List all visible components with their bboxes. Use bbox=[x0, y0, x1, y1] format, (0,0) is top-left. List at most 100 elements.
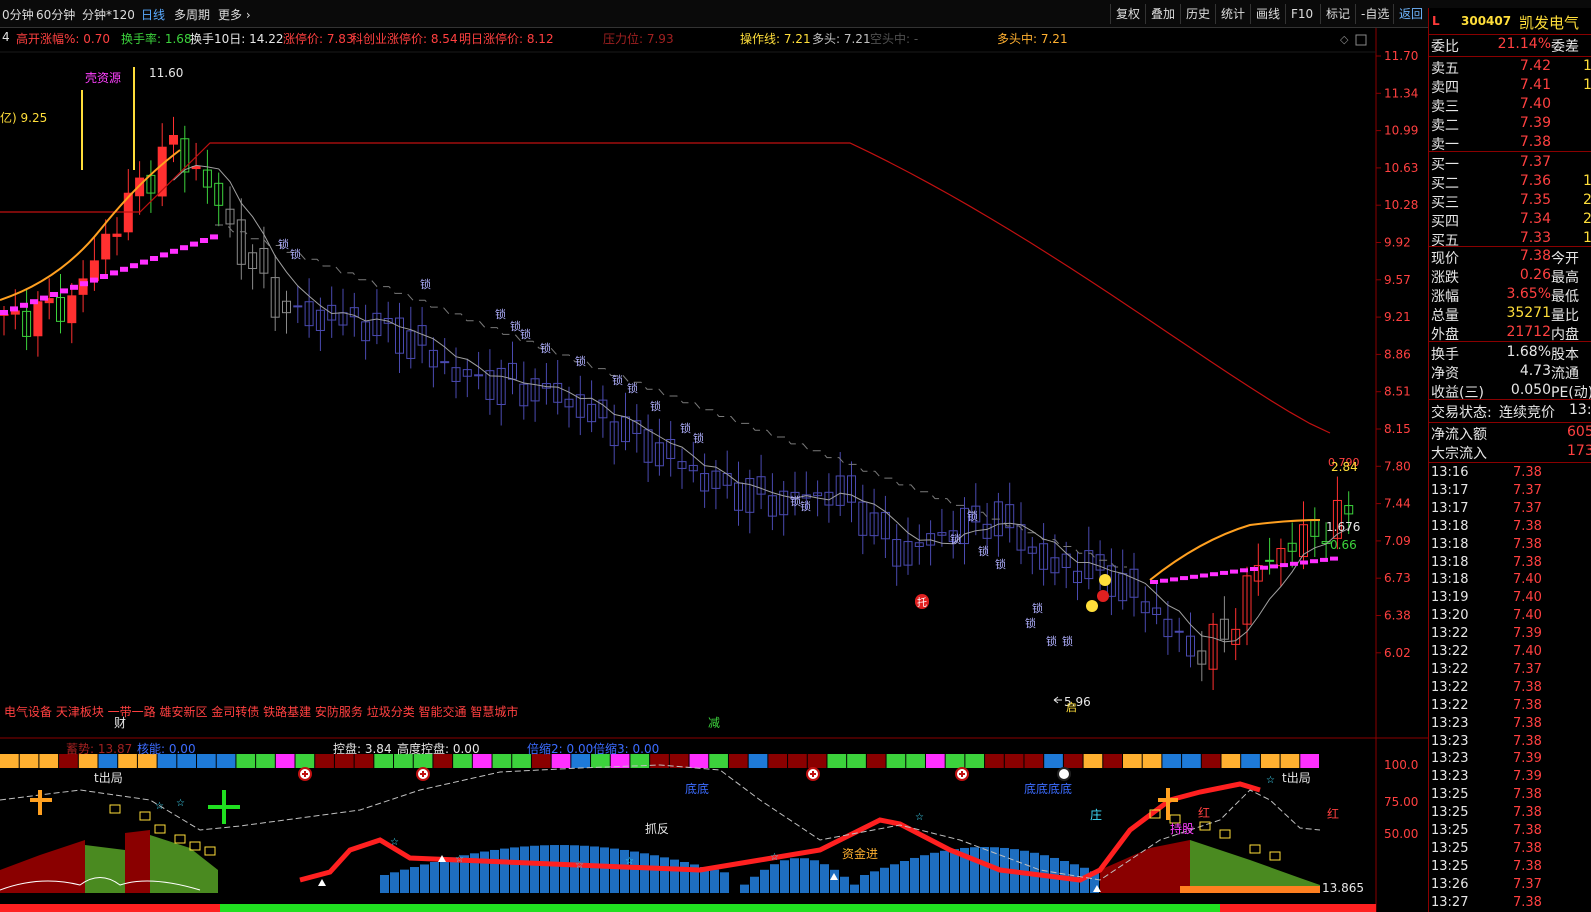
magenta-dot bbox=[110, 270, 118, 276]
candle-body bbox=[112, 233, 122, 237]
yellow-box-marker bbox=[1269, 851, 1281, 861]
stat2-value: 1.68% bbox=[1506, 344, 1551, 360]
stat-key-2: 最高 bbox=[1551, 270, 1579, 286]
price-label-2: 10.99 bbox=[1384, 124, 1418, 138]
tick-row: 13:23 7.39 bbox=[1429, 769, 1591, 787]
indicator-7: 压力位: 7.93 bbox=[603, 32, 674, 46]
tick-row: 13:17 7.37 bbox=[1429, 483, 1591, 501]
tab-more-label: 更多 bbox=[218, 8, 243, 22]
green-cross-icon bbox=[208, 790, 240, 824]
lock-marker-12: 锁 bbox=[693, 431, 704, 445]
magenta-dot bbox=[70, 284, 78, 290]
magenta-dot bbox=[170, 248, 178, 254]
lock-marker-21: 锁 bbox=[1046, 634, 1057, 648]
high-price-label: 11.60 bbox=[149, 66, 184, 80]
green-area-left bbox=[85, 845, 125, 893]
buy-level: 买二 bbox=[1431, 176, 1459, 192]
signal-strip-cell bbox=[315, 754, 334, 768]
flow-row-1: 大宗流入 173 bbox=[1429, 443, 1591, 462]
tab-timeframe-120[interactable]: 分钟*120 bbox=[82, 6, 135, 23]
history-button[interactable]: 历史 bbox=[1180, 4, 1215, 24]
dotted-step-line bbox=[215, 224, 1127, 568]
magenta-dot bbox=[1200, 573, 1208, 578]
sell-price: 7.41 bbox=[1519, 77, 1551, 93]
tab-timeframe-0[interactable]: 0分钟 bbox=[2, 6, 34, 23]
lock-marker-0: 锁 bbox=[278, 237, 289, 251]
overlay-button[interactable]: 叠加 bbox=[1145, 4, 1180, 24]
weibi-row: 委比 21.14% 委差 bbox=[1429, 36, 1591, 55]
tab-timeframe-daily[interactable]: 日线 bbox=[141, 6, 165, 23]
price-label-9: 8.51 bbox=[1384, 385, 1411, 399]
signal-strip-cell bbox=[39, 754, 59, 768]
signal-strip-cell bbox=[1142, 754, 1162, 768]
statistics-button[interactable]: 统计 bbox=[1215, 4, 1250, 24]
tick-row: 13:26 7.37 bbox=[1429, 877, 1591, 895]
tick-time: 13:22 bbox=[1431, 644, 1469, 659]
lock-marker-14: 锁 bbox=[800, 499, 811, 513]
sub-indicator-1: 核能: 0.00 bbox=[137, 742, 196, 756]
magenta-dot bbox=[1280, 563, 1288, 568]
stat-key-2: 今开 bbox=[1551, 251, 1579, 267]
stock-name[interactable]: 凯发电气 bbox=[1519, 12, 1579, 33]
tick-price: 7.38 bbox=[1513, 894, 1542, 910]
magenta-dot bbox=[1270, 564, 1278, 569]
back-button[interactable]: 返回 bbox=[1393, 4, 1428, 24]
trade-state-value: 连续竞价 bbox=[1499, 405, 1555, 421]
tab-timeframe-60[interactable]: 60分钟 bbox=[36, 6, 75, 23]
tick-row: 13:25 7.38 bbox=[1429, 823, 1591, 841]
lock-marker-19: 锁 bbox=[1032, 601, 1043, 615]
magenta-dot bbox=[1290, 561, 1298, 566]
energy-bar bbox=[390, 872, 399, 893]
magenta-dot bbox=[160, 252, 168, 258]
zhuafan-label: 抓反 bbox=[645, 822, 670, 836]
buy-price: 7.35 bbox=[1519, 192, 1551, 208]
base-bar-red bbox=[1220, 904, 1376, 912]
money-bag-icon bbox=[1099, 574, 1111, 586]
tick-row: 13:22 7.40 bbox=[1429, 644, 1591, 662]
tick-time: 13:25 bbox=[1431, 823, 1469, 838]
draw-line-button[interactable]: 画线 bbox=[1250, 4, 1285, 24]
stat-key-2: 量比 bbox=[1551, 308, 1579, 324]
energy-bar bbox=[710, 869, 719, 893]
tick-price: 7.38 bbox=[1513, 823, 1542, 838]
energy-bar bbox=[980, 847, 989, 893]
kline-chart[interactable]: ◇ 锁锁锁锁锁锁锁锁锁锁锁锁锁锁 锁锁锁锁锁锁锁锁锁 ☆ ☆☆☆☆ ☆ ☆☆☆ 11.7… bbox=[0, 28, 1428, 912]
sell-volume: 1 bbox=[1583, 77, 1591, 93]
restore-rights-button[interactable]: 复权 bbox=[1110, 4, 1145, 24]
stat2-key-2: 流通 bbox=[1551, 366, 1579, 382]
magenta-dot bbox=[180, 245, 188, 251]
f10-button[interactable]: F10 bbox=[1285, 4, 1318, 24]
lock-marker-2: 锁 bbox=[420, 277, 431, 291]
lock-marker-11: 锁 bbox=[680, 421, 691, 435]
tick-price: 7.37 bbox=[1513, 500, 1542, 516]
lock-marker-7: 锁 bbox=[575, 354, 586, 368]
tick-time: 13:19 bbox=[1431, 590, 1469, 606]
stat-row-2: 涨幅 3.65% 最低 bbox=[1429, 286, 1591, 305]
signal-strip-cell bbox=[1260, 754, 1280, 768]
price-label-11: 7.80 bbox=[1384, 459, 1411, 473]
magenta-dot bbox=[90, 277, 98, 283]
sub-indicator-line: 蓄势: 13.87 核能: 0.00 控盘: 3.84 高度控盘: 0.00 倍缩2: … bbox=[0, 740, 1370, 756]
tick-price: 7.39 bbox=[1513, 769, 1542, 785]
signal-strip-cell bbox=[1063, 754, 1083, 768]
stat-key: 总量 bbox=[1431, 308, 1459, 324]
star-icon: ☆ bbox=[770, 852, 779, 863]
tick-time: 13:18 bbox=[1431, 554, 1469, 570]
tick-price: 7.38 bbox=[1513, 679, 1542, 695]
hong-label-2: 红 bbox=[1327, 807, 1340, 821]
tab-more[interactable]: 更多 › bbox=[218, 6, 251, 23]
tab-multi-period[interactable]: 多周期 bbox=[174, 6, 210, 23]
stat-row-1: 涨跌 0.26 最高 bbox=[1429, 267, 1591, 286]
trade-state-row: 交易状态: 连续竞价 13:2 bbox=[1429, 402, 1591, 421]
tick-row: 13:25 7.38 bbox=[1429, 859, 1591, 877]
signal-strip-cell bbox=[492, 754, 512, 768]
mark-button[interactable]: 标记 bbox=[1320, 4, 1355, 24]
sell-volume: 1 bbox=[1583, 58, 1591, 74]
signal-strip-cell bbox=[19, 754, 39, 768]
jian-marker: 减 bbox=[708, 716, 721, 730]
energy-bar bbox=[590, 846, 599, 893]
remove-watchlist-button[interactable]: -自选 bbox=[1355, 4, 1394, 24]
sub-axis-label-3: 13.865 bbox=[1322, 881, 1364, 895]
tick-time: 13:18 bbox=[1431, 536, 1469, 552]
stock-code[interactable]: 300407 bbox=[1461, 14, 1511, 28]
